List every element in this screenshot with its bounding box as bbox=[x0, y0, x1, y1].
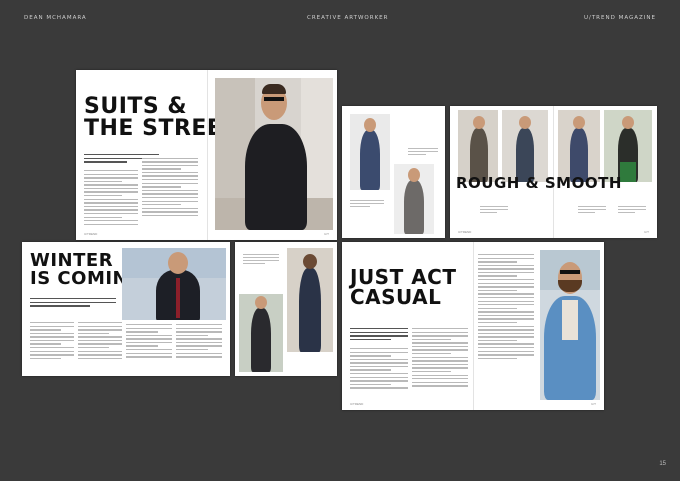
winter-lede bbox=[30, 298, 116, 309]
spread-suits: SUITS & THE STREET U/TREND U/T bbox=[76, 70, 337, 240]
spread-models bbox=[342, 106, 445, 238]
designer-name: DEAN MCHAMARA bbox=[24, 15, 87, 21]
spread-casual: JUST ACT CASUAL U/TREND U/T bbox=[342, 242, 604, 410]
publication-name: U/TREND MAGAZINE bbox=[583, 15, 656, 21]
model-blue-blazer-photo bbox=[350, 114, 390, 190]
casual-model-photo bbox=[540, 250, 600, 400]
casual-headline: JUST ACT CASUAL bbox=[350, 265, 457, 309]
spread-winter: WINTER IS COMING bbox=[22, 242, 230, 376]
designer-role: CREATIVE ARTWORKER bbox=[307, 15, 389, 21]
spread-street-models bbox=[235, 242, 337, 376]
suits-lede bbox=[84, 154, 146, 165]
suits-model-photo bbox=[215, 78, 333, 230]
model-grey-jacket-photo bbox=[394, 164, 434, 234]
suits-body-col-1 bbox=[84, 170, 138, 227]
winter-model-photo bbox=[122, 248, 226, 320]
page-number: 15 bbox=[659, 461, 666, 467]
suits-body-col-2 bbox=[142, 154, 198, 218]
spread-rough: ROUGH & SMOOTH U/TREND U/T bbox=[450, 106, 657, 238]
rough-headline: ROUGH & SMOOTH bbox=[456, 174, 622, 192]
